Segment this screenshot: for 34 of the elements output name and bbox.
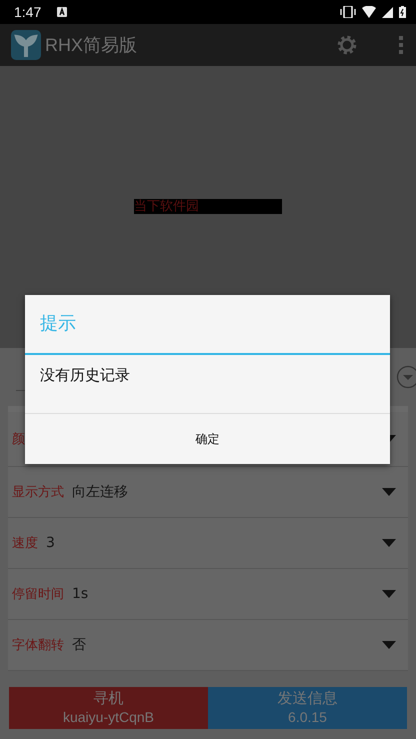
- settings-icon[interactable]: [336, 34, 358, 56]
- setting-label: 显示方式: [12, 484, 64, 501]
- setting-value: 3: [46, 535, 55, 551]
- ok-button[interactable]: 确定: [25, 414, 390, 464]
- marquee-text: 当下软件园: [134, 199, 199, 214]
- clock-text: 1:47: [14, 4, 42, 20]
- setting-label: 速度: [12, 535, 38, 552]
- app-title: RHX简易版: [45, 34, 138, 57]
- setting-dropdown[interactable]: 停留时间 1s: [8, 569, 408, 620]
- dialog-title: 提示: [39, 312, 77, 336]
- setting-dropdown[interactable]: 显示方式 向左连移: [8, 467, 408, 518]
- caret-icon: [382, 539, 396, 547]
- action-button[interactable]: 寻机 kuaiyu-ytCqnB: [9, 687, 208, 729]
- setting-label: 字体翻转: [12, 637, 64, 654]
- more-menu-icon[interactable]: [398, 35, 404, 55]
- setting-dropdown[interactable]: 速度 3: [8, 518, 408, 569]
- setting-value: 向左连移: [72, 483, 128, 501]
- setting-value: 1s: [72, 586, 88, 602]
- vibrate-icon: [340, 6, 356, 18]
- caret-icon: [382, 590, 396, 598]
- action-button[interactable]: 发送信息 6.0.15: [208, 687, 407, 729]
- notification-icon: [57, 7, 68, 17]
- setting-label: 停留时间: [12, 586, 64, 603]
- caret-icon: [382, 488, 396, 496]
- caret-icon: [382, 641, 396, 649]
- wifi-icon: [362, 6, 376, 18]
- setting-dropdown[interactable]: 字体翻转 否: [8, 620, 408, 671]
- dropdown-icon[interactable]: [396, 365, 416, 389]
- dialog-message: 没有历史记录: [39, 365, 131, 386]
- app-logo-icon: [11, 30, 41, 60]
- setting-value: 否: [72, 636, 86, 654]
- signal-icon: [382, 6, 393, 18]
- setting-label: 颜: [12, 431, 25, 448]
- battery-icon: [399, 6, 406, 18]
